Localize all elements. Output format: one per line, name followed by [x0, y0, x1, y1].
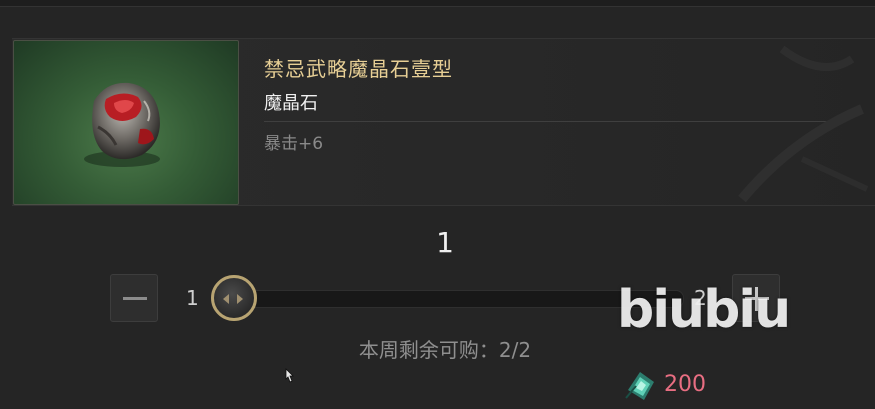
- item-name: 禁忌武略魔晶石壹型: [264, 57, 453, 81]
- watermark-logo: biubiu: [617, 280, 791, 340]
- item-stat: 暴击+6: [264, 134, 324, 154]
- item-image: [13, 40, 239, 205]
- slider-min-label: 1: [186, 286, 199, 310]
- decoration-pattern: [738, 45, 869, 203]
- quantity-display: 1: [436, 226, 454, 259]
- price-value: 200: [664, 372, 706, 397]
- magic-crystal-icon: [84, 82, 160, 167]
- green-crystal-currency-icon: [625, 372, 654, 400]
- top-bar: [0, 0, 875, 7]
- item-type: 魔晶石: [264, 93, 318, 114]
- mouse-cursor-icon: [285, 368, 294, 383]
- decrease-button[interactable]: [110, 274, 158, 322]
- quantity-slider-thumb[interactable]: [211, 275, 257, 321]
- item-card: 禁忌武略魔晶石壹型 魔晶石 暴击+6: [12, 38, 875, 206]
